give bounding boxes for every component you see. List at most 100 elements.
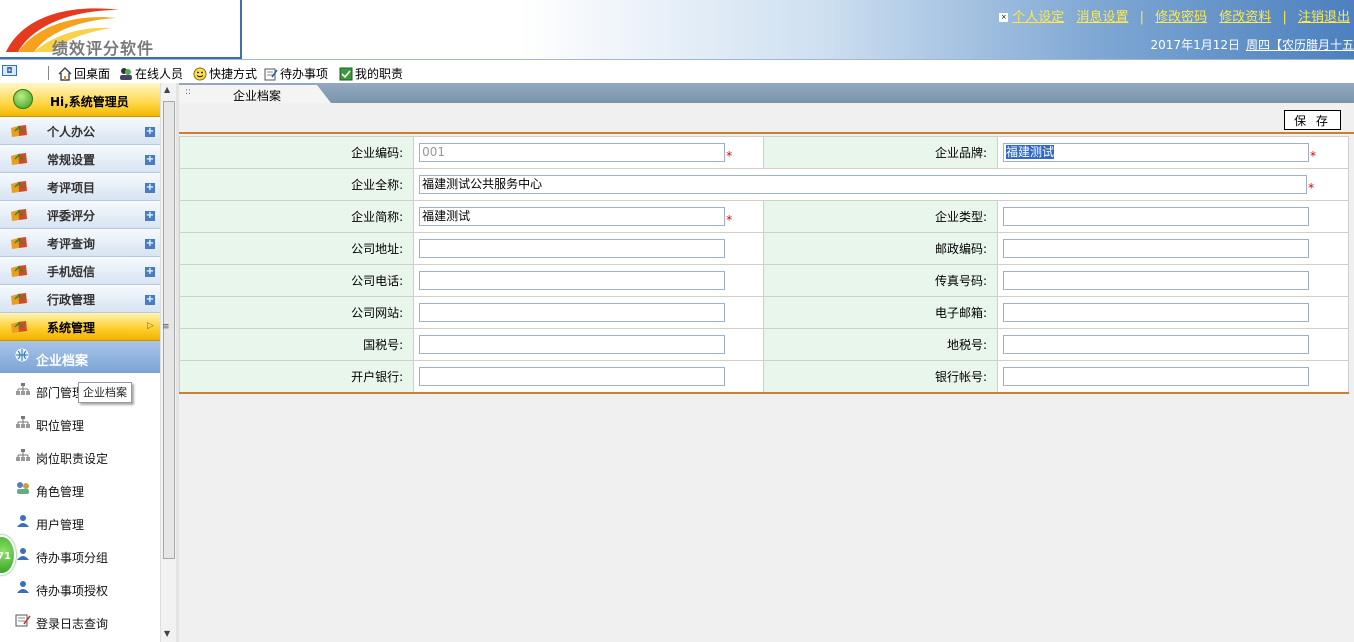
collapse-header-icon[interactable]: ◘ — [2, 65, 17, 76]
sidebar-scrollbar[interactable]: ▲ ▼ — [160, 83, 176, 642]
menu-folder-icon — [11, 293, 27, 305]
menu-item-judge-scoring[interactable]: 评委评分 + — [0, 201, 160, 229]
home-button[interactable]: 回桌面 — [58, 65, 110, 82]
form-row: 公司电话: 传真号码: — [178, 264, 1349, 297]
toolbar: ◘ 回桌面 在线人员 快捷方式 待办事项 我的职责 — [0, 61, 1354, 83]
postal-label: 邮政编码: — [763, 232, 998, 265]
menu-folder-icon — [11, 153, 27, 165]
sub-item-login-log[interactable]: 登录日志查询 — [0, 604, 160, 637]
email-input[interactable] — [1003, 303, 1309, 322]
brand-selected-text: 福建测试 — [1006, 144, 1055, 159]
lunar-date-link[interactable]: 周四【农历腊月十五 — [1246, 38, 1354, 52]
my-duties-label: 我的职责 — [355, 67, 404, 81]
bank-account-cell — [997, 360, 1349, 393]
national-tax-label: 国税号: — [178, 328, 415, 361]
org-chart-icon — [16, 383, 30, 395]
scroll-down-arrow-icon[interactable]: ▼ — [164, 629, 170, 638]
sub-item-position[interactable]: 职位管理 — [0, 406, 160, 439]
main-content: :: 企业档案 保 存 企业编码: 001 * 企业品牌: 福建测试 * 企业全称:… — [178, 83, 1354, 642]
short-name-cell: 福建测试 * — [413, 200, 765, 233]
tab-enterprise-profile[interactable]: :: 企业档案 — [179, 85, 331, 103]
address-input[interactable] — [419, 239, 726, 258]
email-label: 电子邮箱: — [763, 296, 998, 329]
code-label: 企业编码: — [178, 136, 415, 169]
website-input[interactable] — [419, 303, 726, 322]
form-row: 开户银行: 银行帐号: — [178, 360, 1349, 393]
link-separator: | — [1282, 10, 1287, 25]
top-links: × 个人设定 消息设置 | 修改密码 修改资料 | 注销退出 — [999, 6, 1354, 25]
national-tax-input[interactable] — [419, 335, 726, 354]
link-separator: | — [1139, 10, 1144, 25]
save-button[interactable]: 保 存 — [1284, 110, 1341, 130]
todo-label: 待办事项 — [280, 67, 329, 81]
menu-folder-icon — [11, 321, 27, 333]
menu-label: 系统管理 — [47, 321, 96, 335]
user-icon — [17, 548, 29, 560]
change-password-link[interactable]: 修改密码 — [1155, 10, 1207, 25]
personal-settings-link[interactable]: 个人设定 — [1012, 10, 1064, 25]
shortcuts-label: 快捷方式 — [209, 67, 258, 81]
logo: 绩效评分软件 — [0, 0, 242, 59]
phone-cell — [413, 264, 765, 297]
local-tax-cell — [997, 328, 1349, 361]
postal-input[interactable] — [1003, 239, 1309, 258]
phone-input[interactable] — [419, 271, 726, 290]
menu-label: 行政管理 — [47, 293, 96, 307]
scroll-up-arrow-icon[interactable]: ▲ — [164, 85, 170, 94]
current-sub-item[interactable]: 企业档案 — [0, 341, 160, 373]
menu-item-general-settings[interactable]: 常规设置 + — [0, 145, 160, 173]
brand-input[interactable]: 福建测试 — [1003, 142, 1309, 162]
sub-item-roles[interactable]: 角色管理 — [0, 472, 160, 505]
code-input[interactable]: 001 — [419, 142, 726, 162]
collapse-arrow-icon: ▷ — [147, 321, 154, 331]
app-header: 绩效评分软件 × 个人设定 消息设置 | 修改密码 修改资料 | 注销退出 201… — [0, 0, 1354, 60]
smiley-icon — [193, 67, 207, 80]
bank-account-input[interactable] — [1003, 366, 1309, 386]
full-name-label: 企业全称: — [178, 168, 415, 201]
short-name-input[interactable]: 福建测试 — [419, 206, 726, 226]
edit-profile-link[interactable]: 修改资料 — [1219, 10, 1271, 25]
menu-item-personal-office[interactable]: 个人办公 + — [0, 117, 160, 145]
todo-button[interactable]: 待办事项 — [264, 65, 328, 82]
close-small-icon: × — [999, 13, 1009, 22]
full-name-input[interactable]: 福建测试公共服务中心 — [419, 174, 1308, 194]
bank-cell — [413, 360, 765, 393]
form-row: 企业全称: 福建测试公共服务中心 * — [178, 168, 1349, 201]
brand-cell: 福建测试 * — [997, 136, 1349, 169]
logout-link[interactable]: 注销退出 — [1298, 10, 1350, 25]
form-row: 企业简称: 福建测试 * 企业类型: — [178, 200, 1349, 233]
message-settings-link[interactable]: 消息设置 — [1076, 10, 1128, 25]
online-users-button[interactable]: 在线人员 — [119, 65, 183, 82]
bank-input[interactable] — [419, 366, 726, 386]
sub-item-post-duties[interactable]: 岗位职责设定 — [0, 439, 160, 472]
sub-item-label: 岗位职责设定 — [36, 452, 109, 466]
required-mark: * — [1310, 148, 1316, 163]
splitter-grip-icon[interactable]: ≡ — [162, 322, 170, 332]
form-row: 公司地址: 邮政编码: — [178, 232, 1349, 265]
sidebar: Hi,系统管理员 个人办公 + 常规设置 + 考评项目 + 评委评分 + 考评查… — [0, 83, 160, 642]
bank-account-label: 银行帐号: — [763, 360, 998, 393]
type-cell — [997, 200, 1349, 233]
sub-item-todo-groups[interactable]: 待办事项分组 — [0, 538, 160, 571]
sub-item-todo-authorization[interactable]: 待办事项授权 — [0, 571, 160, 604]
local-tax-input[interactable] — [1003, 335, 1309, 354]
menu-item-sms[interactable]: 手机短信 + — [0, 257, 160, 285]
shortcuts-button[interactable]: 快捷方式 — [193, 65, 257, 82]
expand-plus-icon: + — [145, 154, 155, 165]
menu-folder-icon — [11, 237, 27, 249]
menu-folder-icon — [11, 209, 27, 221]
fax-input[interactable] — [1003, 271, 1309, 290]
expand-plus-icon: + — [145, 210, 155, 221]
menu-item-administration[interactable]: 行政管理 + — [0, 285, 160, 313]
bank-label: 开户银行: — [178, 360, 415, 393]
menu-item-system-management[interactable]: 系统管理 ▷ — [0, 313, 160, 341]
menu-item-evaluation-items[interactable]: 考评项目 + — [0, 173, 160, 201]
menu-label: 考评查询 — [47, 237, 96, 251]
sub-item-label: 部门管理 — [36, 386, 85, 400]
sub-item-users[interactable]: 用户管理 — [0, 505, 160, 538]
expand-plus-icon: + — [145, 238, 155, 249]
menu-item-evaluation-query[interactable]: 考评查询 + — [0, 229, 160, 257]
menu-folder-icon — [11, 181, 27, 193]
type-input[interactable] — [1003, 207, 1309, 226]
my-duties-button[interactable]: 我的职责 — [339, 65, 403, 82]
